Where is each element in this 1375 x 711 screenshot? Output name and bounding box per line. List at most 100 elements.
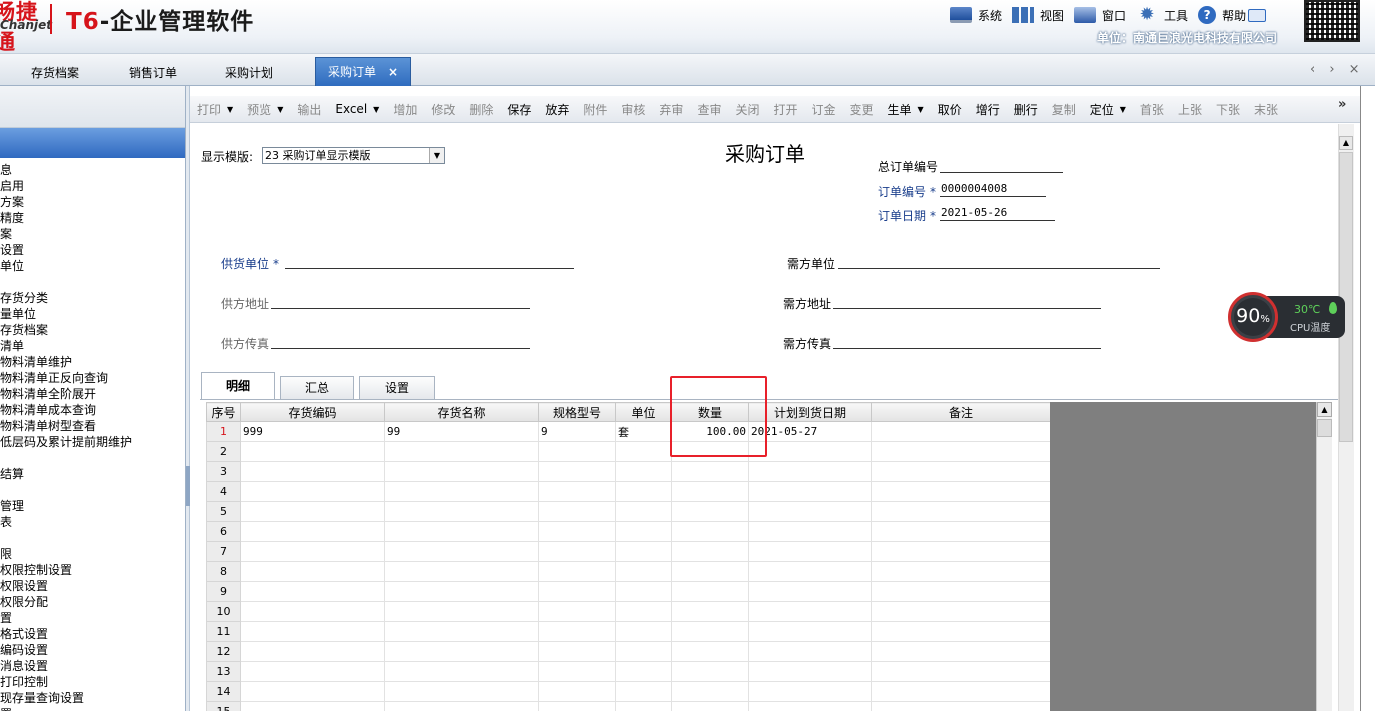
grid-cell-name[interactable] [384, 601, 539, 622]
toolbar-button[interactable]: 关闭 [735, 101, 759, 118]
toolbar-button[interactable]: 生单 ▼ [888, 101, 924, 118]
grid-cell-name[interactable] [384, 641, 539, 662]
grid-cell-note[interactable] [871, 701, 1051, 711]
grid-cell-date[interactable] [748, 661, 872, 682]
grid-column-header[interactable]: 规格型号 [538, 402, 616, 422]
grid-cell-code[interactable] [240, 541, 385, 562]
nav-tree-item[interactable]: 管理 [0, 498, 185, 514]
nav-tree-item[interactable]: 限 [0, 546, 185, 562]
grid-cell-unit[interactable] [615, 561, 672, 582]
grid-cell-date[interactable] [748, 501, 872, 522]
grid-cell-spec[interactable] [538, 521, 616, 542]
nav-tree-item[interactable]: 权限分配 [0, 594, 185, 610]
grid-cell-date[interactable] [748, 461, 872, 482]
grid-cell-unit[interactable] [615, 641, 672, 662]
nav-tree-item[interactable]: 权限控制设置 [0, 562, 185, 578]
toolbar-button[interactable]: 打开 [773, 101, 797, 118]
table-row[interactable]: 9 [206, 581, 1051, 602]
order-no-value[interactable]: 0000004008 [941, 182, 1007, 195]
nav-tree-item[interactable]: 案 [0, 226, 185, 242]
tab-detail[interactable]: 明细 [201, 372, 275, 399]
nav-tree-item[interactable]: 精度 [0, 210, 185, 226]
nav-tree-item[interactable]: 置 [0, 706, 185, 711]
nav-tree-item[interactable]: 物料清单成本查询 [0, 402, 185, 418]
tab-navigation[interactable]: ‹ › × [1310, 62, 1365, 77]
grid-cell-note[interactable] [871, 561, 1051, 582]
grid-cell-name[interactable] [384, 541, 539, 562]
nav-tree-item[interactable]: 打印控制 [0, 674, 185, 690]
grid-cell-qty[interactable] [671, 681, 749, 702]
tab-purchase-order[interactable]: 采购订单 × [315, 57, 411, 86]
toolbar-button[interactable]: 输出 [297, 101, 321, 118]
grid-cell-note[interactable] [871, 601, 1051, 622]
toolbar-button[interactable]: 审核 [621, 101, 645, 118]
grid-cell-name[interactable] [384, 481, 539, 502]
order-date-field[interactable] [940, 220, 1055, 221]
table-row[interactable]: 1 999 99 9 套 100.00 2021-05-27 [206, 421, 1051, 442]
nav-tree-item[interactable]: 物料清单树型查看 [0, 418, 185, 434]
grid-cell-qty[interactable] [671, 581, 749, 602]
tab-inventory-archive[interactable]: 存货档案 [10, 61, 100, 86]
nav-tree-item[interactable]: 格式设置 [0, 626, 185, 642]
grid-cell-date[interactable] [748, 581, 872, 602]
supplier-field[interactable] [285, 268, 574, 269]
grid-cell-code[interactable] [240, 581, 385, 602]
grid-cell-spec[interactable] [538, 601, 616, 622]
grid-cell-name[interactable]: 99 [384, 421, 539, 442]
grid-cell-date[interactable] [748, 481, 872, 502]
toolbar-button[interactable]: 上张 [1178, 101, 1202, 118]
chevron-down-icon[interactable]: ▼ [1120, 105, 1126, 114]
grid-cell-code[interactable] [240, 661, 385, 682]
grid-cell-code[interactable] [240, 601, 385, 622]
grid-cell-spec[interactable] [538, 581, 616, 602]
grid-cell-unit[interactable] [615, 481, 672, 502]
toolbar-button[interactable]: 增加 [393, 101, 417, 118]
grid-cell-date[interactable] [748, 521, 872, 542]
nav-tree-item[interactable]: 设置 [0, 242, 185, 258]
supplier-fax-field[interactable] [271, 348, 530, 349]
grid-cell-unit[interactable] [615, 661, 672, 682]
table-row[interactable]: 2 [206, 441, 1051, 462]
grid-cell-date[interactable] [748, 561, 872, 582]
table-row[interactable]: 4 [206, 481, 1051, 502]
grid-cell-note[interactable] [871, 621, 1051, 642]
nav-tree-item[interactable]: 方案 [0, 194, 185, 210]
grid-cell-date[interactable] [748, 601, 872, 622]
grid-cell-code[interactable] [240, 681, 385, 702]
table-row[interactable]: 7 [206, 541, 1051, 562]
nav-tree-item[interactable]: 量单位 [0, 306, 185, 322]
grid-column-header[interactable]: 存货名称 [384, 402, 539, 422]
nav-tree-item[interactable]: 息 [0, 162, 185, 178]
tab-purchase-plan[interactable]: 采购计划 [204, 61, 294, 86]
grid-cell-code[interactable] [240, 441, 385, 462]
grid-cell-note[interactable] [871, 521, 1051, 542]
toolbar-button[interactable]: 变更 [850, 101, 874, 118]
chevron-down-icon[interactable]: ▼ [277, 105, 283, 114]
message-icon[interactable] [1248, 8, 1267, 22]
table-row[interactable]: 10 [206, 601, 1051, 622]
grid-cell-note[interactable] [871, 641, 1051, 662]
grid-scrollbar[interactable]: ▲ [1316, 402, 1332, 711]
table-row[interactable]: 13 [206, 661, 1051, 682]
toolbar-button[interactable]: 增行 [976, 101, 1000, 118]
menu-system[interactable]: 系统 [950, 6, 1002, 24]
grid-cell-name[interactable] [384, 701, 539, 711]
grid-cell-code[interactable] [240, 521, 385, 542]
table-row[interactable]: 6 [206, 521, 1051, 542]
toolbar-button[interactable]: 复制 [1052, 101, 1076, 118]
nav-tree-item[interactable]: 启用 [0, 178, 185, 194]
grid-cell-qty[interactable] [671, 541, 749, 562]
grid-cell-qty[interactable] [671, 481, 749, 502]
grid-cell-unit[interactable] [615, 541, 672, 562]
nav-tree-item[interactable]: 存货档案 [0, 322, 185, 338]
grid-cell-name[interactable] [384, 441, 539, 462]
toolbar-button[interactable]: 打印 ▼ [197, 101, 233, 118]
table-row[interactable]: 8 [206, 561, 1051, 582]
grid-cell-qty[interactable] [671, 641, 749, 662]
grid-cell-code[interactable] [240, 461, 385, 482]
grid-cell-qty[interactable] [671, 601, 749, 622]
table-row[interactable]: 3 [206, 461, 1051, 482]
menu-help[interactable]: ? 帮助 [1198, 6, 1267, 24]
grid-cell-unit[interactable] [615, 581, 672, 602]
grid-cell-note[interactable] [871, 481, 1051, 502]
